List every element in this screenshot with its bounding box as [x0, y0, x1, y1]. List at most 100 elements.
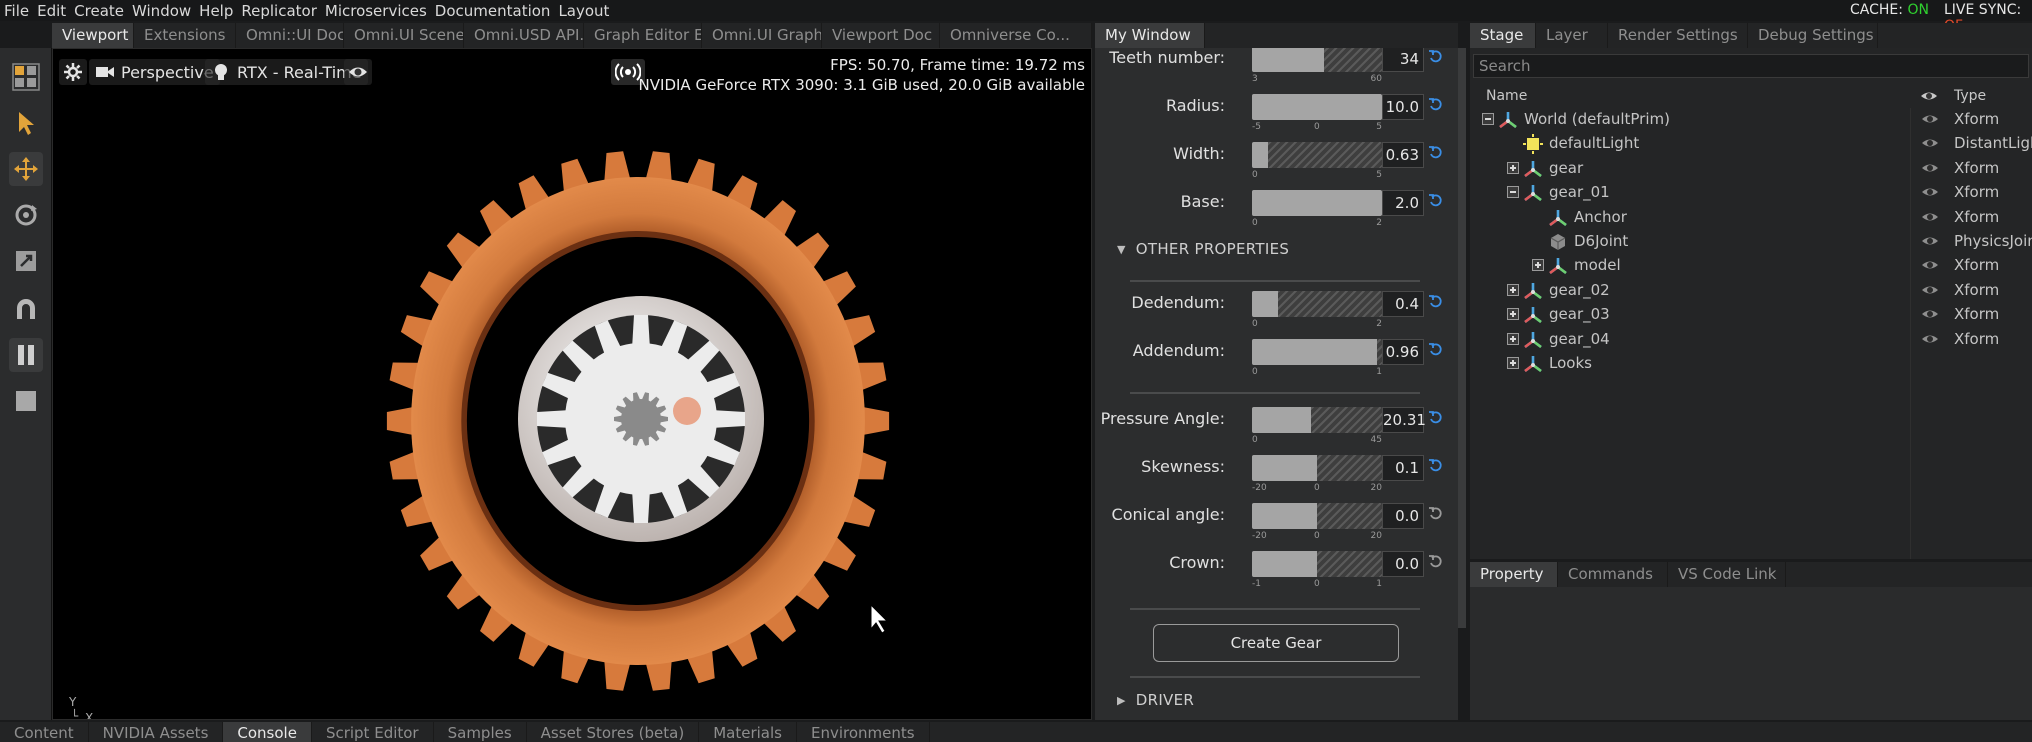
tab-debug-settings[interactable]: Debug Settings [1748, 23, 1878, 48]
tab-property[interactable]: Property [1470, 562, 1558, 587]
snap-magnet-icon[interactable] [9, 292, 43, 326]
menu-layout[interactable]: Layout [554, 2, 613, 20]
visibility-eye-icon[interactable] [1921, 233, 1939, 249]
tab-vs-code-link[interactable]: VS Code Link [1668, 562, 1786, 587]
property-value-field[interactable]: 10.0 [1382, 94, 1424, 120]
reset-icon[interactable] [1428, 341, 1444, 357]
visibility-eye-icon[interactable] [1921, 160, 1939, 176]
tree-row[interactable]: gear Xform [1470, 157, 2032, 181]
menu-documentation[interactable]: Documentation [431, 2, 555, 20]
tab-content[interactable]: Content [0, 722, 89, 742]
driver-header[interactable]: ▶ DRIVER [1117, 691, 1194, 709]
stage-search-input[interactable]: Search [1473, 54, 2029, 78]
tab-console[interactable]: Console [223, 722, 312, 742]
visibility-eye-icon[interactable] [1921, 331, 1939, 347]
tab-stage[interactable]: Stage [1470, 23, 1536, 48]
visibility-eye-icon[interactable] [1921, 111, 1939, 127]
visibility-eye-icon[interactable] [1921, 135, 1939, 151]
tab-omni-ui-scene[interactable]: Omni.UI Scene... [344, 23, 464, 48]
tab-omniverse-co[interactable]: Omniverse Co... [940, 23, 1092, 48]
property-slider[interactable] [1252, 291, 1382, 317]
property-value-field[interactable]: 0.4 [1382, 291, 1424, 317]
pause-icon[interactable] [9, 338, 43, 372]
reset-icon[interactable] [1428, 505, 1444, 521]
tree-row[interactable]: defaultLight DistantLigh [1470, 132, 2032, 156]
menu-create[interactable]: Create [70, 2, 128, 20]
tab-nvidia-assets[interactable]: NVIDIA Assets [89, 722, 224, 742]
tab-script-editor[interactable]: Script Editor [312, 722, 434, 742]
tree-row[interactable]: Anchor Xform [1470, 206, 2032, 230]
tree-row[interactable]: gear_04 Xform [1470, 328, 2032, 352]
tab-my-window[interactable]: My Window [1095, 23, 1205, 48]
tab-materials[interactable]: Materials [699, 722, 797, 742]
collapse-icon[interactable] [1482, 113, 1494, 125]
property-slider[interactable] [1252, 551, 1382, 577]
rotate-tool-icon[interactable] [9, 198, 43, 232]
reset-icon[interactable] [1428, 96, 1444, 112]
select-arrow-icon[interactable] [9, 106, 43, 140]
property-slider[interactable] [1252, 48, 1382, 72]
menu-edit[interactable]: Edit [33, 2, 70, 20]
tree-row[interactable]: gear_03 Xform [1470, 303, 2032, 327]
property-slider[interactable] [1252, 339, 1382, 365]
tab-viewport[interactable]: Viewport [52, 23, 134, 48]
tab-omni-usd-api[interactable]: Omni.USD API... [464, 23, 584, 48]
column-name-header[interactable]: Name [1486, 88, 1527, 104]
tab-commands[interactable]: Commands [1558, 562, 1668, 587]
column-type-header[interactable]: Type [1954, 88, 1986, 104]
property-slider[interactable] [1252, 455, 1382, 481]
tab-render-settings[interactable]: Render Settings [1608, 23, 1748, 48]
property-slider[interactable] [1252, 503, 1382, 529]
reset-icon[interactable] [1428, 457, 1444, 473]
menu-microservices[interactable]: Microservices [321, 2, 431, 20]
create-gear-button[interactable]: Create Gear [1153, 624, 1399, 662]
expand-icon[interactable] [1507, 332, 1519, 345]
property-value-field[interactable]: 0.0 [1382, 551, 1424, 577]
property-value-field[interactable]: 2.0 [1382, 190, 1424, 216]
property-value-field[interactable]: 0.0 [1382, 503, 1424, 529]
collapse-icon[interactable] [1507, 186, 1519, 199]
tree-row[interactable]: D6Joint PhysicsJoin [1470, 230, 2032, 254]
select-mode-icon[interactable] [9, 60, 43, 94]
tree-row[interactable]: model Xform [1470, 254, 2032, 278]
menu-replicator[interactable]: Replicator [237, 2, 321, 20]
tab-graph-editor[interactable]: Graph Editor E... [584, 23, 702, 48]
reset-icon[interactable] [1428, 192, 1444, 208]
tab-omni-ui-graph[interactable]: Omni.UI Graph... [702, 23, 822, 48]
visibility-column-eye-icon[interactable] [1920, 89, 1938, 103]
expand-icon[interactable] [1507, 283, 1519, 296]
property-slider[interactable] [1252, 94, 1382, 120]
property-value-field[interactable]: 0.96 [1382, 339, 1424, 365]
scale-tool-icon[interactable] [9, 244, 43, 278]
tab-omni-ui-doc[interactable]: Omni::UI Doc [236, 23, 344, 48]
expand-icon[interactable] [1532, 259, 1544, 272]
property-value-field[interactable]: 0.1 [1382, 455, 1424, 481]
viewport[interactable]: Perspective RTX - Real-Time FPS: 50.70, … [52, 48, 1092, 720]
move-tool-icon[interactable] [9, 152, 43, 186]
expand-icon[interactable] [1507, 161, 1519, 174]
tab-asset-stores[interactable]: Asset Stores (beta) [527, 722, 700, 742]
visibility-eye-icon[interactable] [1921, 184, 1939, 200]
tree-row[interactable]: World (defaultPrim) Xform [1470, 108, 2032, 132]
property-slider[interactable] [1252, 190, 1382, 216]
visibility-eye-icon[interactable] [1921, 257, 1939, 273]
property-slider[interactable] [1252, 407, 1382, 433]
reset-icon[interactable] [1428, 144, 1444, 160]
property-slider[interactable] [1252, 142, 1382, 168]
tab-viewport-doc[interactable]: Viewport Doc [822, 23, 940, 48]
tree-row[interactable]: gear_02 Xform [1470, 279, 2032, 303]
visibility-eye-icon[interactable] [1921, 282, 1939, 298]
expand-icon[interactable] [1507, 357, 1519, 369]
reset-icon[interactable] [1428, 293, 1444, 309]
menu-file[interactable]: File [0, 2, 33, 20]
other-properties-header[interactable]: ▼ OTHER PROPERTIES [1117, 240, 1289, 258]
property-value-field[interactable]: 34 [1382, 48, 1424, 72]
menu-window[interactable]: Window [128, 2, 195, 20]
stop-icon[interactable] [9, 384, 43, 418]
reset-icon[interactable] [1428, 48, 1444, 64]
visibility-eye-icon[interactable] [1921, 306, 1939, 322]
tab-layer[interactable]: Layer [1536, 23, 1608, 48]
menu-help[interactable]: Help [195, 2, 237, 20]
property-value-field[interactable]: 0.63 [1382, 142, 1424, 168]
tree-row[interactable]: Looks [1470, 352, 2032, 376]
